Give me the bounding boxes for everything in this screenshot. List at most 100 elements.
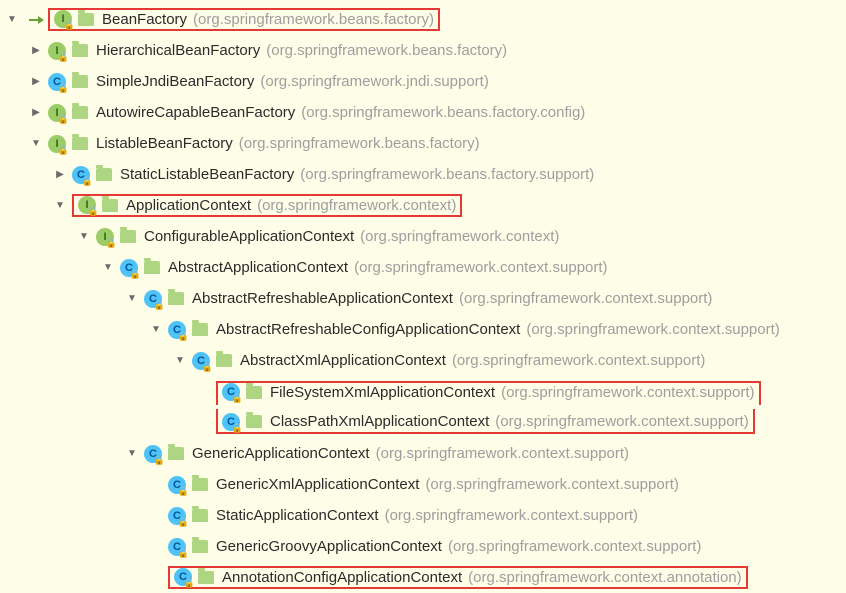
lock-icon: 🔒 [82,176,93,187]
package-name: (org.springframework.context.support) [448,538,701,555]
highlight-box: C🔒ClassPathXmlApplicationContext(org.spr… [216,409,755,434]
chevron-down-icon[interactable]: ▼ [120,293,144,304]
tree-row[interactable]: ▶C🔒StaticListableBeanFactory(org.springf… [0,159,846,190]
tree-row[interactable]: ▼C🔒GenericApplicationContext(org.springf… [0,438,846,469]
highlight-box: I🔒ApplicationContext(org.springframework… [72,194,462,217]
lock-icon: 🔒 [184,578,195,589]
package-folder-icon [168,447,184,460]
class-name: AbstractRefreshableConfigApplicationCont… [216,321,520,338]
class-name: AbstractApplicationContext [168,259,348,276]
class-icon: C🔒 [168,538,186,556]
interface-icon: I🔒 [78,196,96,214]
class-icon: C🔒 [144,445,162,463]
package-folder-icon [168,292,184,305]
chevron-right-icon[interactable]: ▶ [48,169,72,180]
tree-row[interactable]: ▼I🔒 ConfigurableApplicationContext (org.sp… [0,221,846,252]
package-folder-icon [192,509,208,522]
class-name: ListableBeanFactory [96,135,233,152]
package-folder-icon [192,478,208,491]
tree-row[interactable]: ▶C🔒AnnotationConfigApplicationContext(or… [0,562,846,593]
package-name: (org.springframework.context) [360,228,559,245]
class-icon: C🔒 [168,476,186,494]
package-name: (org.springframework.context.support) [495,413,748,430]
tree-row[interactable]: ▼C🔒 AbstractApplicationContext (org.spring… [0,252,846,283]
chevron-down-icon[interactable]: ▼ [96,262,120,273]
chevron-down-icon[interactable]: ▼ [0,14,24,25]
class-name: AutowireCapableBeanFactory [96,104,295,121]
tree-row[interactable]: ▶I🔒HierarchicalBeanFactory(org.springfra… [0,35,846,66]
class-name: FileSystemXmlApplicationContext [270,384,495,401]
chevron-down-icon[interactable]: ▼ [72,231,96,242]
lock-icon: 🔒 [178,486,189,497]
tree-row[interactable]: ▼C🔒AbstractXmlApplicationContext(org.spr… [0,345,846,376]
highlight-box: C🔒FileSystemXmlApplicationContext(org.sp… [216,381,761,405]
class-icon: C🔒 [120,259,138,277]
package-folder-icon [198,571,214,584]
chevron-down-icon[interactable]: ▼ [120,448,144,459]
package-folder-icon [96,168,112,181]
class-name: GenericXmlApplicationContext [216,476,419,493]
lock-icon: 🔒 [64,20,75,31]
interface-icon: I🔒 [48,104,66,122]
class-icon: C🔒 [168,507,186,525]
package-name: (org.springframework.beans.factory) [193,11,434,28]
package-name: (org.springframework.beans.factory) [266,42,507,59]
package-folder-icon [72,106,88,119]
interface-icon: I🔒 [96,228,114,246]
interface-icon: I🔒 [54,10,72,28]
tree-row[interactable]: ▼C🔒AbstractRefreshableApplicationContext… [0,283,846,314]
chevron-right-icon[interactable]: ▶ [24,76,48,87]
package-folder-icon [102,199,118,212]
lock-icon: 🔒 [130,269,141,280]
lock-icon: 🔒 [232,423,243,434]
class-name: ConfigurableApplicationContext [144,228,354,245]
tree-row[interactable]: ▼ I🔒 BeanFactory (org.springframework.beans… [0,4,846,35]
tree-row[interactable]: ▶C🔒StaticApplicationContext(org.springfr… [0,500,846,531]
chevron-right-icon[interactable]: ▶ [24,45,48,56]
package-name: (org.springframework.context.support) [501,384,754,401]
chevron-right-icon[interactable]: ▶ [24,107,48,118]
tree-row[interactable]: ▼I🔒ListableBeanFactory(org.springframewo… [0,128,846,159]
lock-icon: 🔒 [58,145,69,156]
lock-icon: 🔒 [178,548,189,559]
package-folder-icon [246,386,262,399]
interface-icon: I🔒 [48,42,66,60]
chevron-down-icon[interactable]: ▼ [168,355,192,366]
lock-icon: 🔒 [202,362,213,373]
interface-icon: I🔒 [48,135,66,153]
chevron-down-icon[interactable]: ▼ [48,200,72,211]
class-name: ApplicationContext [126,197,251,214]
package-folder-icon [78,13,94,26]
package-name: (org.springframework.context.support) [354,259,607,276]
package-name: (org.springframework.jndi.support) [260,73,488,90]
package-name: (org.springframework.context.support) [425,476,678,493]
lock-icon: 🔒 [178,331,189,342]
package-name: (org.springframework.context.support) [459,290,712,307]
package-folder-icon [144,261,160,274]
lock-icon: 🔒 [154,455,165,466]
class-icon: C🔒 [192,352,210,370]
package-folder-icon [72,44,88,57]
package-name: (org.springframework.context.support) [452,352,705,369]
chevron-down-icon[interactable]: ▼ [144,324,168,335]
lock-icon: 🔒 [88,206,99,217]
lock-icon: 🔒 [106,238,117,249]
tree-row[interactable]: ▶C🔒ClassPathXmlApplicationContext(org.sp… [0,407,846,438]
class-name: GenericApplicationContext [192,445,370,462]
package-name: (org.springframework.context.annotation) [468,569,741,586]
class-name: StaticListableBeanFactory [120,166,294,183]
class-name: AbstractRefreshableApplicationContext [192,290,453,307]
tree-row[interactable]: ▼C🔒 AbstractRefreshableConfigApplicationC… [0,314,846,345]
class-name: ClassPathXmlApplicationContext [270,413,489,430]
tree-row[interactable]: ▶C🔒GenericXmlApplicationContext(org.spri… [0,469,846,500]
class-icon: C🔒 [168,321,186,339]
tree-row[interactable]: ▶C🔒SimpleJndiBeanFactory(org.springframe… [0,66,846,97]
package-name: (org.springframework.context.support) [385,507,638,524]
chevron-down-icon[interactable]: ▼ [24,138,48,149]
tree-row[interactable]: ▼I🔒ApplicationContext(org.springframewor… [0,190,846,221]
class-name: BeanFactory [102,11,187,28]
tree-row[interactable]: ▶I🔒AutowireCapableBeanFactory(org.spring… [0,97,846,128]
tree-row[interactable]: ▶C🔒GenericGroovyApplicationContext(org.s… [0,531,846,562]
tree-row[interactable]: ▶C🔒FileSystemXmlApplicationContext(org.s… [0,376,846,407]
package-folder-icon [216,354,232,367]
